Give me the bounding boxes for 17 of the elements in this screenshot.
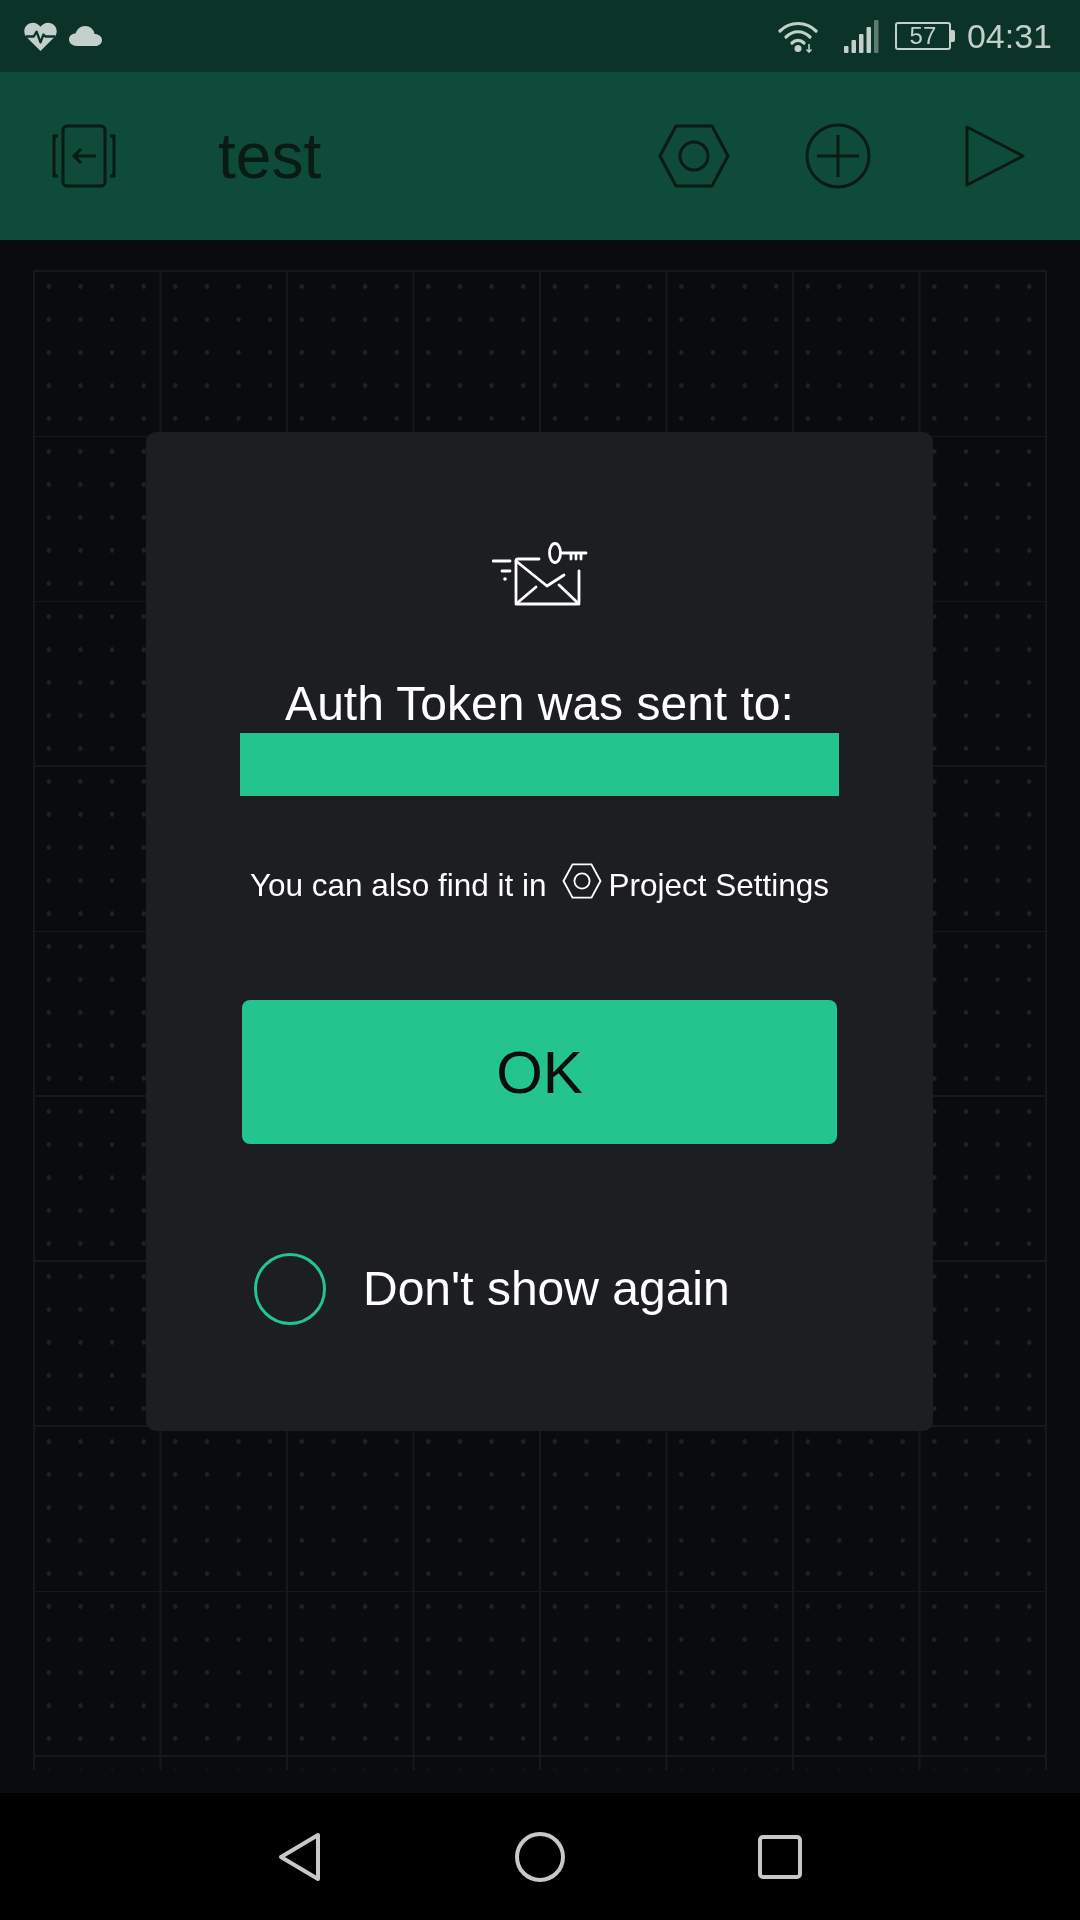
signal-icon	[843, 19, 880, 53]
envelope-key-icon	[491, 542, 588, 606]
settings-icon	[562, 863, 603, 899]
settings-label: Project Settings	[608, 866, 830, 905]
checkbox-label[interactable]: Don't show again	[363, 1261, 730, 1317]
status-time: 04:31	[966, 16, 1052, 56]
heart-pulse-icon	[23, 20, 58, 52]
cloud-icon	[69, 26, 102, 46]
home-icon[interactable]	[515, 1831, 565, 1882]
checkbox[interactable]	[254, 1253, 326, 1325]
hint-text: You can also find it in	[249, 866, 547, 905]
battery-indicator: 57	[894, 22, 955, 50]
wifi-icon	[777, 19, 818, 53]
back-icon[interactable]	[278, 1831, 322, 1882]
dialog-heading: Auth Token was sent to:	[285, 676, 794, 732]
ok-button[interactable]: OK	[242, 1000, 837, 1144]
recents-icon[interactable]	[758, 1834, 802, 1879]
